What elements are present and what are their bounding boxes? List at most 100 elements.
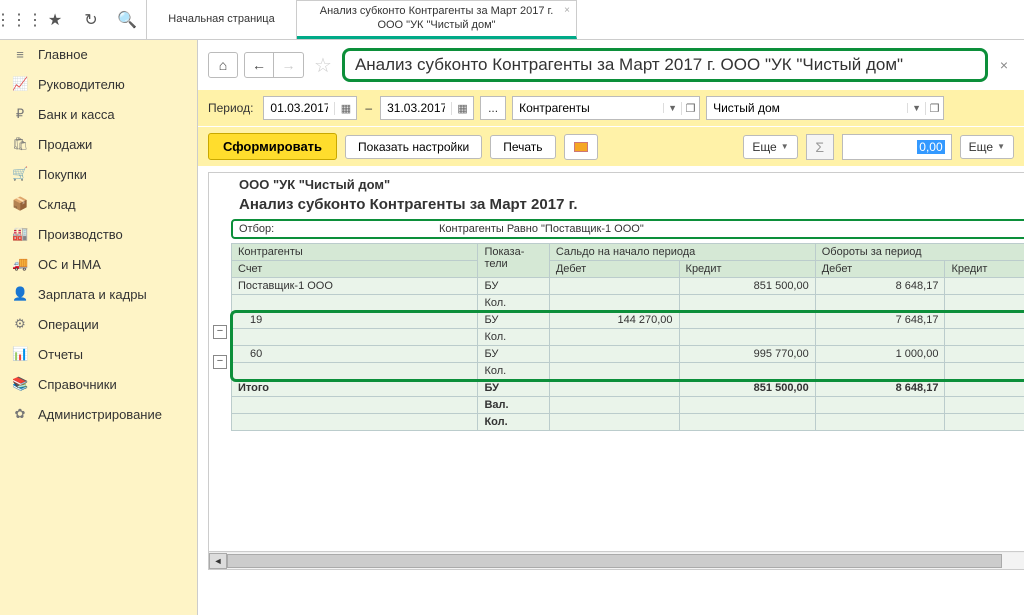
date-from-field[interactable] [264,97,334,119]
sidebar-item-label: Главное [38,47,88,62]
topbar-quick-icons: ⋮⋮⋮ ★ ↻ 🔍 [0,0,147,39]
admin-icon: ✿ [12,406,28,422]
forward-button[interactable]: → [274,52,304,78]
sidebar-item-assets[interactable]: 🚚ОС и НМА [0,249,197,279]
org-combo[interactable]: ▼ ❐ [706,96,944,120]
scroll-track[interactable] [227,553,1024,569]
search-icon[interactable]: 🔍 [118,11,136,29]
table-row[interactable]: 60 БУ 995 770,00 1 000,00 50 500,00 [232,346,1024,363]
more-button-1[interactable]: Еще▼ [743,135,797,159]
sidebar-item-bank[interactable]: ₽Банк и касса [0,99,197,129]
date-to-field[interactable] [381,97,451,119]
cell [232,329,478,346]
horizontal-scrollbar[interactable]: ◄ ► [209,551,1024,569]
sidebar-item-purchases[interactable]: 🛒Покупки [0,159,197,189]
factory-icon: 🏭 [12,226,28,242]
cell: 851 500,00 [679,278,815,295]
favorite-icon[interactable]: ☆ [310,53,336,78]
home-button[interactable]: ⌂ [208,52,238,78]
sidebar-item-manager[interactable]: 📈Руководителю [0,69,197,99]
cell [549,363,679,380]
sidebar-item-reports[interactable]: 📊Отчеты [0,339,197,369]
sigma-button[interactable]: Σ [806,134,834,160]
report-area[interactable]: ООО "УК "Чистый дом" Анализ субконто Кон… [198,166,1024,615]
cell-ind: БУ [478,380,549,397]
sum-field[interactable]: 0,00 [842,134,952,160]
chevron-down-icon[interactable]: ▼ [907,103,925,113]
sidebar-item-label: Отчеты [38,347,83,362]
subkonto-combo[interactable]: ▼ ❐ [512,96,700,120]
tab-home[interactable]: Начальная страница [147,0,297,39]
sidebar-item-warehouse[interactable]: 📦Склад [0,189,197,219]
sidebar-item-label: Продажи [38,137,92,152]
topbar: ⋮⋮⋮ ★ ↻ 🔍 Начальная страница Анализ субк… [0,0,1024,40]
date-from-input[interactable]: ▦ [263,96,357,120]
total-row[interactable]: Кол. [232,414,1024,431]
chevron-down-icon: ▼ [997,142,1005,151]
table-row[interactable]: Кол. [232,295,1024,312]
print-button[interactable]: Печать [490,135,555,159]
total-row[interactable]: Итого БУ 851 500,00 8 648,17 53 288,17 [232,380,1024,397]
sidebar-item-operations[interactable]: ⚙Операции [0,309,197,339]
table-row[interactable]: Поставщик-1 ООО БУ 851 500,00 8 648,17 5… [232,278,1024,295]
more-button-2[interactable]: Еще▼ [960,135,1014,159]
collapse-button[interactable]: − [213,355,227,369]
cell [549,329,679,346]
total-row[interactable]: Вал. [232,397,1024,414]
cell [549,397,679,414]
close-icon[interactable]: × [564,5,570,16]
sidebar-item-main[interactable]: ≡Главное [0,40,197,69]
subkonto-field[interactable] [513,97,663,119]
cell-ind: Кол. [478,414,549,431]
collapse-button[interactable]: − [213,325,227,339]
col-turnover: Обороты за период [815,244,1024,261]
apps-icon[interactable]: ⋮⋮⋮ [10,11,28,29]
cell: 53 288,17 [945,380,1024,397]
open-icon[interactable]: ❐ [681,102,699,115]
sidebar-item-salary[interactable]: 👤Зарплата и кадры [0,279,197,309]
dash: – [365,101,372,115]
envelope-icon [574,142,588,152]
sidebar-item-label: Справочники [38,377,117,392]
org-field[interactable] [707,97,907,119]
cell: 995 770,00 [679,346,815,363]
cell: 8 648,17 [815,278,945,295]
scroll-thumb[interactable] [227,554,1002,568]
sidebar-item-sales[interactable]: 🛍Продажи [0,129,197,159]
table-row[interactable]: 19 БУ 144 270,00 7 648,17 2 788,17 [232,312,1024,329]
tab-report[interactable]: Анализ субконто Контрагенты за Март 2017… [297,0,577,39]
date-to-input[interactable]: ▦ [380,96,474,120]
sidebar-item-admin[interactable]: ✿Администрирование [0,399,197,429]
calendar-icon[interactable]: ▦ [451,102,473,115]
form-button[interactable]: Сформировать [208,133,337,160]
col-start-balance: Сальдо на начало периода [549,244,815,261]
ruble-icon: ₽ [12,106,28,122]
history-icon[interactable]: ↻ [82,11,100,29]
sidebar-item-catalogs[interactable]: 📚Справочники [0,369,197,399]
cell [679,363,815,380]
scroll-left-icon[interactable]: ◄ [209,553,227,569]
cell-name: 19 [232,312,478,329]
cell-ind: Кол. [478,363,549,380]
chevron-down-icon[interactable]: ▼ [663,103,681,113]
table-row[interactable]: Кол. [232,329,1024,346]
table-row[interactable]: Кол. [232,363,1024,380]
sidebar-item-production[interactable]: 🏭 Производство [0,219,197,249]
cell [549,278,679,295]
nav-row: ⌂ ← → ☆ Анализ субконто Контрагенты за М… [198,40,1024,90]
sidebar-item-label: Производство [38,227,123,242]
cell [232,414,478,431]
back-button[interactable]: ← [244,52,274,78]
settings-button[interactable]: Показать настройки [345,135,482,159]
star-icon[interactable]: ★ [46,11,64,29]
open-icon[interactable]: ❐ [925,102,943,115]
cell-ind: Вал. [478,397,549,414]
col-account: Счет [232,261,478,278]
calendar-icon[interactable]: ▦ [334,102,356,115]
close-icon[interactable]: × [994,57,1014,73]
highlighted-rows: 19 БУ 144 270,00 7 648,17 2 788,17 Кол. [232,312,1024,380]
period-select-button[interactable]: ... [480,96,506,120]
cell [945,295,1024,312]
cell [815,329,945,346]
mail-button[interactable] [564,134,598,160]
